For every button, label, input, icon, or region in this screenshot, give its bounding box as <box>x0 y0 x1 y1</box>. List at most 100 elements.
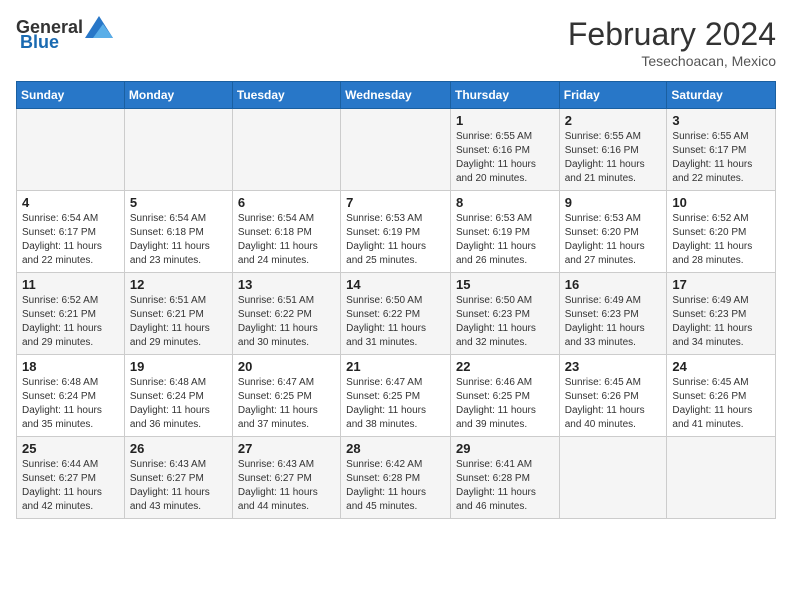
day-info: Sunrise: 6:53 AMSunset: 6:19 PMDaylight:… <box>456 212 554 268</box>
day-info: Sunrise: 6:55 AMSunset: 6:17 PMDaylight:… <box>672 130 770 186</box>
calendar-cell: 12 Sunrise: 6:51 AMSunset: 6:21 PMDayligh… <box>124 273 232 355</box>
calendar-cell <box>232 109 340 191</box>
page-header: General Blue February 2024 Tesechoacan, … <box>16 16 776 69</box>
calendar-cell <box>341 109 451 191</box>
day-number: 29 <box>456 441 554 456</box>
column-header-tuesday: Tuesday <box>232 82 340 109</box>
day-number: 22 <box>456 359 554 374</box>
logo-icon <box>85 16 113 38</box>
calendar-cell: 19 Sunrise: 6:48 AMSunset: 6:24 PMDayligh… <box>124 355 232 437</box>
calendar-header-row: SundayMondayTuesdayWednesdayThursdayFrid… <box>17 82 776 109</box>
day-number: 15 <box>456 277 554 292</box>
day-number: 4 <box>22 195 119 210</box>
day-number: 21 <box>346 359 445 374</box>
calendar-week-5: 25 Sunrise: 6:44 AMSunset: 6:27 PMDayligh… <box>17 437 776 519</box>
day-number: 5 <box>130 195 227 210</box>
day-info: Sunrise: 6:51 AMSunset: 6:21 PMDaylight:… <box>130 294 227 350</box>
calendar-cell: 23Sunrise: 6:45 AMSunset: 6:26 PMDayligh… <box>559 355 667 437</box>
calendar-cell: 8 Sunrise: 6:53 AMSunset: 6:19 PMDaylight… <box>450 191 559 273</box>
calendar-cell <box>559 437 667 519</box>
day-info: Sunrise: 6:52 AMSunset: 6:21 PMDaylight:… <box>22 294 119 350</box>
logo-blue: Blue <box>20 32 59 53</box>
calendar-cell: 1 Sunrise: 6:55 AMSunset: 6:16 PMDaylight… <box>450 109 559 191</box>
calendar-cell: 16Sunrise: 6:49 AMSunset: 6:23 PMDayligh… <box>559 273 667 355</box>
day-info: Sunrise: 6:52 AMSunset: 6:20 PMDaylight:… <box>672 212 770 268</box>
calendar-week-1: 1 Sunrise: 6:55 AMSunset: 6:16 PMDaylight… <box>17 109 776 191</box>
calendar-cell: 28Sunrise: 6:42 AMSunset: 6:28 PMDayligh… <box>341 437 451 519</box>
calendar-cell: 26 Sunrise: 6:43 AMSunset: 6:27 PMDayligh… <box>124 437 232 519</box>
column-header-monday: Monday <box>124 82 232 109</box>
day-info: Sunrise: 6:48 AMSunset: 6:24 PMDaylight:… <box>22 376 119 432</box>
day-info: Sunrise: 6:54 AMSunset: 6:17 PMDaylight:… <box>22 212 119 268</box>
day-number: 9 <box>565 195 662 210</box>
column-header-thursday: Thursday <box>450 82 559 109</box>
day-number: 8 <box>456 195 554 210</box>
day-number: 11 <box>22 277 119 292</box>
calendar-cell: 29 Sunrise: 6:41 AMSunset: 6:28 PMDayligh… <box>450 437 559 519</box>
calendar-cell: 14Sunrise: 6:50 AMSunset: 6:22 PMDayligh… <box>341 273 451 355</box>
day-info: Sunrise: 6:54 AMSunset: 6:18 PMDaylight:… <box>238 212 335 268</box>
day-number: 16 <box>565 277 662 292</box>
column-header-wednesday: Wednesday <box>341 82 451 109</box>
calendar-cell: 5 Sunrise: 6:54 AMSunset: 6:18 PMDaylight… <box>124 191 232 273</box>
day-number: 10 <box>672 195 770 210</box>
day-info: Sunrise: 6:55 AMSunset: 6:16 PMDaylight:… <box>565 130 662 186</box>
calendar-cell: 27 Sunrise: 6:43 AMSunset: 6:27 PMDayligh… <box>232 437 340 519</box>
calendar-cell: 4 Sunrise: 6:54 AMSunset: 6:17 PMDaylight… <box>17 191 125 273</box>
column-header-sunday: Sunday <box>17 82 125 109</box>
day-number: 1 <box>456 113 554 128</box>
day-number: 20 <box>238 359 335 374</box>
day-info: Sunrise: 6:45 AMSunset: 6:26 PMDaylight:… <box>565 376 662 432</box>
calendar-cell: 3 Sunrise: 6:55 AMSunset: 6:17 PMDaylight… <box>667 109 776 191</box>
day-number: 14 <box>346 277 445 292</box>
calendar-cell <box>17 109 125 191</box>
calendar-cell: 9 Sunrise: 6:53 AMSunset: 6:20 PMDaylight… <box>559 191 667 273</box>
day-info: Sunrise: 6:54 AMSunset: 6:18 PMDaylight:… <box>130 212 227 268</box>
day-number: 26 <box>130 441 227 456</box>
day-number: 24 <box>672 359 770 374</box>
column-header-friday: Friday <box>559 82 667 109</box>
day-number: 12 <box>130 277 227 292</box>
day-info: Sunrise: 6:53 AMSunset: 6:20 PMDaylight:… <box>565 212 662 268</box>
day-info: Sunrise: 6:50 AMSunset: 6:23 PMDaylight:… <box>456 294 554 350</box>
calendar-cell: 25 Sunrise: 6:44 AMSunset: 6:27 PMDayligh… <box>17 437 125 519</box>
calendar-cell: 17Sunrise: 6:49 AMSunset: 6:23 PMDayligh… <box>667 273 776 355</box>
calendar-week-4: 18 Sunrise: 6:48 AMSunset: 6:24 PMDayligh… <box>17 355 776 437</box>
day-number: 2 <box>565 113 662 128</box>
calendar-cell <box>667 437 776 519</box>
day-number: 27 <box>238 441 335 456</box>
logo: General Blue <box>16 16 113 53</box>
day-number: 13 <box>238 277 335 292</box>
day-info: Sunrise: 6:51 AMSunset: 6:22 PMDaylight:… <box>238 294 335 350</box>
calendar-cell: 21 Sunrise: 6:47 AMSunset: 6:25 PMDayligh… <box>341 355 451 437</box>
calendar-cell: 18 Sunrise: 6:48 AMSunset: 6:24 PMDayligh… <box>17 355 125 437</box>
calendar-cell: 22Sunrise: 6:46 AMSunset: 6:25 PMDayligh… <box>450 355 559 437</box>
calendar-cell: 2 Sunrise: 6:55 AMSunset: 6:16 PMDaylight… <box>559 109 667 191</box>
day-number: 25 <box>22 441 119 456</box>
day-number: 3 <box>672 113 770 128</box>
day-number: 19 <box>130 359 227 374</box>
day-info: Sunrise: 6:53 AMSunset: 6:19 PMDaylight:… <box>346 212 445 268</box>
location: Tesechoacan, Mexico <box>568 53 776 69</box>
calendar-week-2: 4 Sunrise: 6:54 AMSunset: 6:17 PMDaylight… <box>17 191 776 273</box>
calendar-cell: 7 Sunrise: 6:53 AMSunset: 6:19 PMDaylight… <box>341 191 451 273</box>
day-info: Sunrise: 6:44 AMSunset: 6:27 PMDaylight:… <box>22 458 119 514</box>
day-info: Sunrise: 6:48 AMSunset: 6:24 PMDaylight:… <box>130 376 227 432</box>
month-year: February 2024 <box>568 16 776 53</box>
day-number: 17 <box>672 277 770 292</box>
calendar-cell: 10 Sunrise: 6:52 AMSunset: 6:20 PMDayligh… <box>667 191 776 273</box>
calendar-cell: 24Sunrise: 6:45 AMSunset: 6:26 PMDayligh… <box>667 355 776 437</box>
calendar-cell: 13 Sunrise: 6:51 AMSunset: 6:22 PMDayligh… <box>232 273 340 355</box>
day-info: Sunrise: 6:43 AMSunset: 6:27 PMDaylight:… <box>238 458 335 514</box>
calendar-table: SundayMondayTuesdayWednesdayThursdayFrid… <box>16 81 776 519</box>
day-info: Sunrise: 6:43 AMSunset: 6:27 PMDaylight:… <box>130 458 227 514</box>
calendar-cell: 11 Sunrise: 6:52 AMSunset: 6:21 PMDayligh… <box>17 273 125 355</box>
calendar-cell: 20Sunrise: 6:47 AMSunset: 6:25 PMDayligh… <box>232 355 340 437</box>
day-number: 7 <box>346 195 445 210</box>
day-number: 28 <box>346 441 445 456</box>
day-info: Sunrise: 6:41 AMSunset: 6:28 PMDaylight:… <box>456 458 554 514</box>
day-info: Sunrise: 6:47 AMSunset: 6:25 PMDaylight:… <box>346 376 445 432</box>
day-number: 18 <box>22 359 119 374</box>
day-info: Sunrise: 6:55 AMSunset: 6:16 PMDaylight:… <box>456 130 554 186</box>
calendar-cell <box>124 109 232 191</box>
